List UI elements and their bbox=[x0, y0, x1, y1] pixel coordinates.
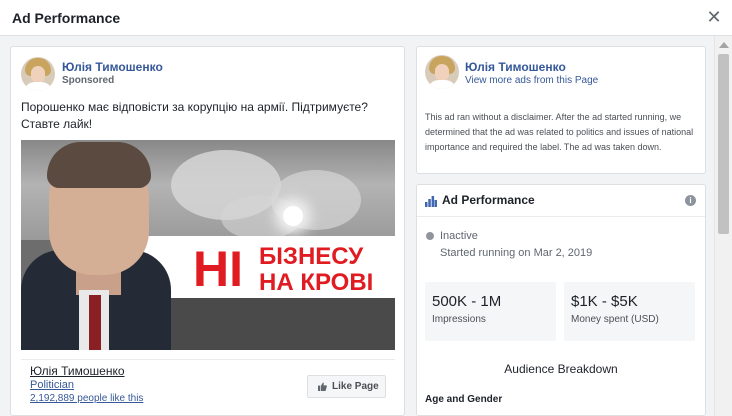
vertical-scrollbar[interactable] bbox=[714, 36, 732, 416]
divider bbox=[417, 216, 705, 217]
view-more-ads-link[interactable]: View more ads from this Page bbox=[465, 75, 598, 86]
ad-preview-card: Юлія Тимошенко Sponsored Порошенко має в… bbox=[10, 46, 405, 416]
money-spent-metric: $1K - $5K Money spent (USD) bbox=[564, 282, 695, 341]
scroll-up-arrow-icon[interactable] bbox=[719, 42, 729, 48]
scroll-thumb[interactable] bbox=[718, 54, 729, 234]
footer-likes-link[interactable]: 2,192,889 people like this bbox=[30, 393, 143, 404]
like-page-label: Like Page bbox=[332, 381, 379, 392]
ad-page-name-link[interactable]: Юлія Тимошенко bbox=[62, 60, 163, 74]
close-icon[interactable]: ✕ bbox=[704, 6, 724, 28]
page-info-card: Юлія Тимошенко View more ads from this P… bbox=[416, 46, 706, 174]
status-text: Inactive bbox=[440, 230, 478, 242]
metric-value: $1K - $5K bbox=[571, 293, 638, 310]
footer-page-name-link[interactable]: Юлія Тимошенко bbox=[30, 364, 125, 378]
modal-title: Ad Performance bbox=[12, 10, 121, 26]
slogan-big-letters: НІ bbox=[193, 241, 243, 297]
ad-creative-image: НІ БІЗНЕСУ НА КРОВІ bbox=[21, 140, 395, 350]
age-gender-label: Age and Gender bbox=[425, 394, 503, 405]
thumbs-up-icon bbox=[318, 382, 327, 391]
status-dot-icon bbox=[426, 232, 434, 240]
modal-header: Ad Performance ✕ bbox=[0, 0, 732, 36]
slogan-line-1: БІЗНЕСУ bbox=[259, 243, 364, 270]
sponsored-label: Sponsored bbox=[62, 75, 115, 86]
impressions-metric: 500K - 1M Impressions bbox=[425, 282, 556, 341]
started-running-text: Started running on Mar 2, 2019 bbox=[440, 247, 593, 259]
metric-label: Impressions bbox=[432, 314, 486, 325]
ad-footer: Юлія Тимошенко Politician 2,192,889 peop… bbox=[21, 359, 395, 416]
slogan-line-2: НА КРОВІ bbox=[259, 269, 374, 296]
info-icon[interactable]: i bbox=[685, 195, 696, 206]
page-info-avatar[interactable] bbox=[425, 55, 459, 89]
metric-label: Money spent (USD) bbox=[571, 314, 659, 325]
page-avatar[interactable] bbox=[21, 57, 55, 91]
audience-breakdown-title: Audience Breakdown bbox=[504, 362, 618, 376]
ad-performance-title: Ad Performance bbox=[442, 193, 535, 207]
page-info-name-link[interactable]: Юлія Тимошенко bbox=[465, 60, 566, 74]
ad-body-text: Порошенко має відповісти за корупцію на … bbox=[21, 100, 368, 131]
ad-performance-card: Ad Performance i Inactive Started runnin… bbox=[416, 184, 706, 416]
footer-category-link[interactable]: Politician bbox=[30, 379, 74, 391]
metric-value: 500K - 1M bbox=[432, 293, 502, 310]
bar-chart-icon bbox=[425, 196, 437, 207]
like-page-button[interactable]: Like Page bbox=[307, 375, 386, 398]
disclaimer-text: This ad ran without a disclaimer. After … bbox=[425, 112, 694, 152]
